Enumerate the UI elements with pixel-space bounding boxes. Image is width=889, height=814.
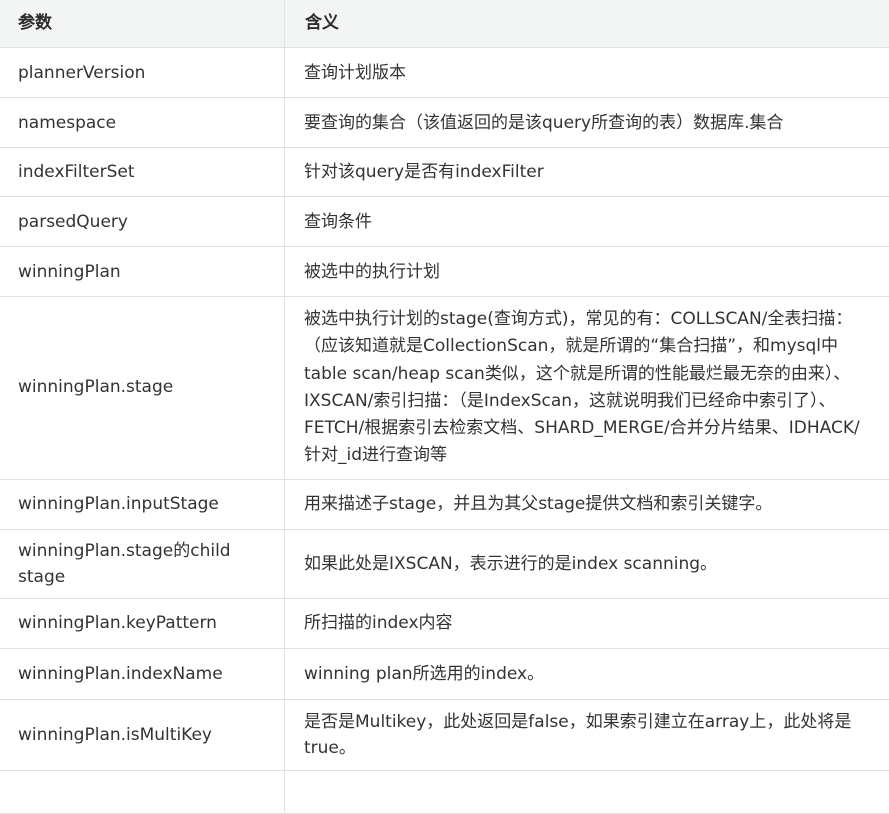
meaning-cell: 查询条件 (285, 197, 889, 247)
meaning-cell: 针对该query是否有indexFilter (285, 148, 889, 197)
meaning-cell: winning plan所选用的index。 (285, 648, 889, 699)
meaning-cell: 是否是Multikey，此处返回是false，如果索引建立在array上，此处将… (285, 699, 889, 770)
table-row: winningPlan 被选中的执行计划 (0, 247, 889, 297)
table-row: winningPlan.inputStage 用来描述子stage，并且为其父s… (0, 479, 889, 529)
parameter-table: 参数 含义 plannerVersion 查询计划版本 namespace 要查… (0, 0, 889, 814)
param-cell: plannerVersion (0, 48, 285, 98)
param-cell (0, 770, 285, 813)
header-meaning: 含义 (285, 0, 889, 48)
table-row: winningPlan.keyPattern 所扫描的index内容 (0, 598, 889, 648)
table-row: winningPlan.indexName winning plan所选用的in… (0, 648, 889, 699)
param-cell: winningPlan.keyPattern (0, 598, 285, 648)
param-cell: namespace (0, 98, 285, 148)
param-cell: winningPlan.indexName (0, 648, 285, 699)
param-cell: winningPlan.stage (0, 297, 285, 480)
table-header-row: 参数 含义 (0, 0, 889, 48)
table-row: winningPlan.isMultiKey 是否是Multikey，此处返回是… (0, 699, 889, 770)
meaning-cell: 被选中执行计划的stage(查询方式)，常见的有：COLLSCAN/全表扫描：（… (285, 297, 889, 480)
param-cell: winningPlan (0, 247, 285, 297)
param-cell: parsedQuery (0, 197, 285, 247)
meaning-cell: 用来描述子stage，并且为其父stage提供文档和索引关键字。 (285, 479, 889, 529)
table-row: winningPlan.stage 被选中执行计划的stage(查询方式)，常见… (0, 297, 889, 480)
table-row: parsedQuery 查询条件 (0, 197, 889, 247)
meaning-cell: 要查询的集合（该值返回的是该query所查询的表）数据库.集合 (285, 98, 889, 148)
meaning-cell: 查询计划版本 (285, 48, 889, 98)
meaning-cell: 所扫描的index内容 (285, 598, 889, 648)
table-row: namespace 要查询的集合（该值返回的是该query所查询的表）数据库.集… (0, 98, 889, 148)
table-row: indexFilterSet 针对该query是否有indexFilter (0, 148, 889, 197)
table-row: winningPlan.stage的child stage 如果此处是IXSCA… (0, 529, 889, 598)
meaning-cell: 如果此处是IXSCAN，表示进行的是index scanning。 (285, 529, 889, 598)
meaning-cell (285, 770, 889, 813)
table-row (0, 770, 889, 813)
param-cell: winningPlan.stage的child stage (0, 529, 285, 598)
param-cell: indexFilterSet (0, 148, 285, 197)
param-cell: winningPlan.isMultiKey (0, 699, 285, 770)
meaning-cell: 被选中的执行计划 (285, 247, 889, 297)
header-param: 参数 (0, 0, 285, 48)
table-row: plannerVersion 查询计划版本 (0, 48, 889, 98)
param-cell: winningPlan.inputStage (0, 479, 285, 529)
